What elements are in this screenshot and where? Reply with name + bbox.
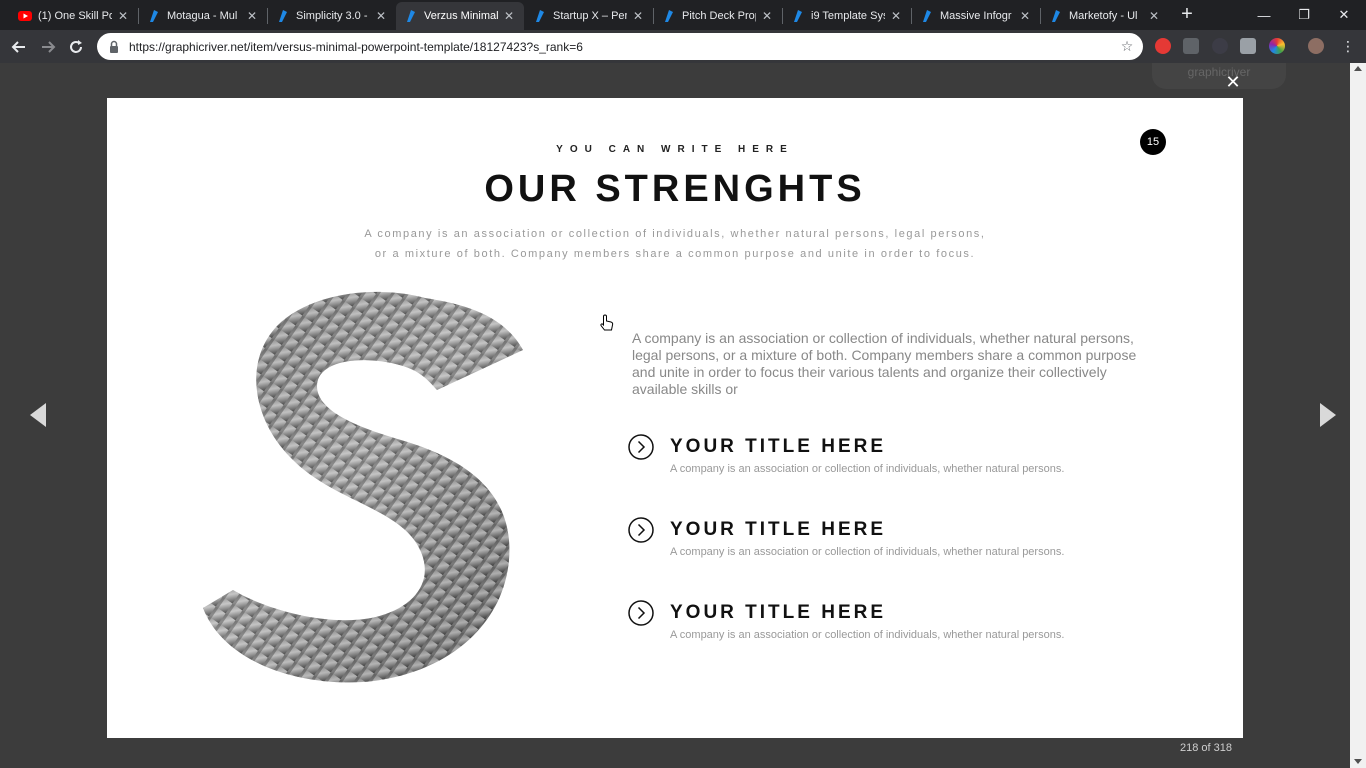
lock-icon <box>110 40 118 53</box>
strength-item: YOUR TITLE HERE A company is an associat… <box>628 434 1168 484</box>
chevron-circle-icon <box>628 517 654 543</box>
extension-k-icon[interactable] <box>1212 38 1228 54</box>
previous-slide-arrow-icon[interactable] <box>30 403 46 427</box>
tab-title: Startup X – Per <box>553 10 627 22</box>
scroll-down-icon[interactable] <box>1354 759 1362 764</box>
tab-title: Simplicity 3.0 - <box>296 10 368 22</box>
envato-icon <box>665 10 673 22</box>
extension-red-icon[interactable] <box>1155 38 1171 54</box>
slide-headline: OUR STRENGHTS <box>484 168 866 210</box>
tab-motagua[interactable]: Motagua - Mul ✕ <box>139 2 267 30</box>
tab-startup-x[interactable]: Startup X – Per ✕ <box>525 2 653 30</box>
address-bar[interactable]: https://graphicriver.net/item/versus-min… <box>97 33 1143 60</box>
new-tab-button[interactable]: + <box>1176 4 1198 25</box>
restore-icon[interactable]: ❐ <box>1284 0 1324 30</box>
chevron-circle-icon <box>628 600 654 626</box>
reload-icon[interactable] <box>64 35 88 59</box>
bookmark-star-icon[interactable]: ☆ <box>1117 38 1137 55</box>
tab-title: Pitch Deck Prop <box>682 10 756 22</box>
slide-kicker: YOU CAN WRITE HERE <box>556 144 794 155</box>
next-slide-arrow-icon[interactable] <box>1320 403 1336 427</box>
tab-close-icon[interactable]: ✕ <box>760 9 774 23</box>
s-letter-photo <box>203 290 533 690</box>
back-arrow-icon[interactable] <box>7 35 31 59</box>
strength-description: A company is an association or collectio… <box>670 629 1065 641</box>
scrollbar[interactable] <box>1350 63 1366 768</box>
slide-number-badge: 15 <box>1140 129 1166 155</box>
tab-close-icon[interactable]: ✕ <box>374 9 388 23</box>
youtube-icon <box>18 11 32 21</box>
tab-close-icon[interactable]: ✕ <box>631 9 645 23</box>
tab-title: i9 Template Sys <box>811 10 885 22</box>
envato-icon <box>923 10 931 22</box>
tab-close-icon[interactable]: ✕ <box>116 9 130 23</box>
strength-title: YOUR TITLE HERE <box>670 602 887 623</box>
menu-kebab-icon[interactable]: ⋮ <box>1340 38 1356 54</box>
tab-title: Verzus Minimal <box>424 10 498 22</box>
hand-cursor-icon <box>600 314 614 331</box>
tab-close-icon[interactable]: ✕ <box>502 9 516 23</box>
preview-slide: YOU CAN WRITE HERE OUR STRENGHTS A compa… <box>107 98 1243 738</box>
tab-close-icon[interactable]: ✕ <box>1018 9 1032 23</box>
extension-code-icon[interactable] <box>1183 38 1199 54</box>
slide-subtitle: A company is an association or collectio… <box>325 224 1025 264</box>
close-window-icon[interactable]: ✕ <box>1324 0 1364 30</box>
tab-verzus[interactable]: Verzus Minimal ✕ <box>396 2 524 30</box>
chevron-circle-icon <box>628 434 654 460</box>
tab-title: (1) One Skill Po <box>38 10 112 22</box>
minimize-icon[interactable]: — <box>1244 0 1284 30</box>
envato-icon <box>794 10 802 22</box>
url-text[interactable]: https://graphicriver.net/item/versus-min… <box>129 40 1117 54</box>
extension-color-icon[interactable] <box>1269 38 1285 54</box>
envato-icon <box>150 10 158 22</box>
forward-arrow-icon[interactable] <box>36 35 60 59</box>
strength-title: YOUR TITLE HERE <box>670 519 887 540</box>
strength-description: A company is an association or collectio… <box>670 546 1065 558</box>
tab-youtube[interactable]: (1) One Skill Po ✕ <box>10 2 138 30</box>
subtitle-line-1: A company is an association or collectio… <box>364 228 986 240</box>
extension-grid-icon[interactable] <box>1240 38 1256 54</box>
slide-counter: 218 of 318 <box>1180 742 1232 754</box>
envato-icon <box>536 10 544 22</box>
tab-pitch-deck[interactable]: Pitch Deck Prop ✕ <box>654 2 782 30</box>
tab-close-icon[interactable]: ✕ <box>889 9 903 23</box>
subtitle-line-2: or a mixture of both. Company members sh… <box>374 248 976 260</box>
tab-title: Motagua - Mul <box>167 10 238 22</box>
tab-i9-template[interactable]: i9 Template Sys ✕ <box>783 2 911 30</box>
tab-marketofy[interactable]: Marketofy - Ul ✕ <box>1041 2 1169 30</box>
envato-icon <box>279 10 287 22</box>
scroll-up-icon[interactable] <box>1354 66 1362 71</box>
strength-paragraph: A company is an association or collectio… <box>632 330 1137 397</box>
tab-close-icon[interactable]: ✕ <box>1147 9 1161 23</box>
strength-title: YOUR TITLE HERE <box>670 436 887 457</box>
envato-icon <box>407 10 415 22</box>
tab-simplicity[interactable]: Simplicity 3.0 - ✕ <box>268 2 396 30</box>
graphicriver-logo: graphicriver <box>1152 63 1286 89</box>
tab-strip: (1) One Skill Po ✕ Motagua - Mul ✕ Simpl… <box>0 0 1366 30</box>
strength-item: YOUR TITLE HERE A company is an associat… <box>628 600 1168 650</box>
envato-icon <box>1052 10 1060 22</box>
profile-avatar[interactable] <box>1308 38 1324 54</box>
strength-description: A company is an association or collectio… <box>670 463 1065 475</box>
strength-item: YOUR TITLE HERE A company is an associat… <box>628 517 1168 567</box>
tab-close-icon[interactable]: ✕ <box>245 9 259 23</box>
tab-massive-infographic[interactable]: Massive Infogr ✕ <box>912 2 1040 30</box>
lightbox-close-icon[interactable]: ✕ <box>1224 73 1242 91</box>
tab-title: Massive Infogr <box>940 10 1012 22</box>
tab-title: Marketofy - Ul <box>1069 10 1138 22</box>
